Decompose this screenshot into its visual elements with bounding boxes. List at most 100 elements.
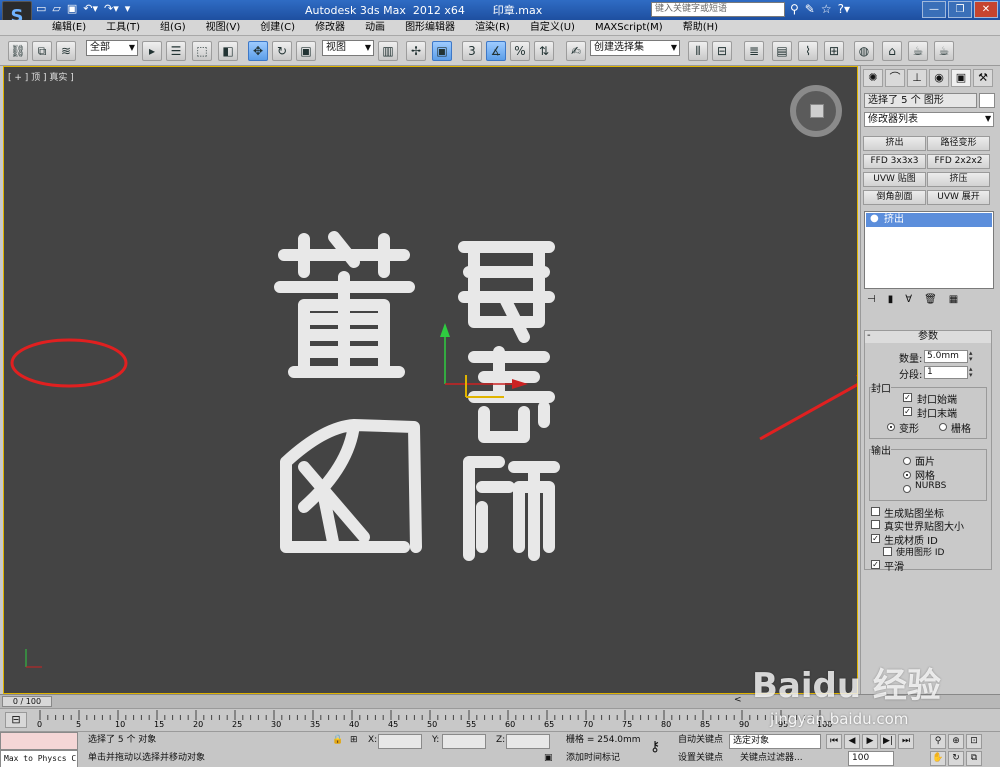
show-end-result-icon[interactable]: ▮	[888, 294, 894, 305]
curve-editor-icon[interactable]: ⌇	[798, 41, 818, 61]
segments-spinner-icon[interactable]: ▴ ▾	[969, 366, 977, 379]
use-shape-ids-checkbox[interactable]	[883, 547, 892, 556]
orbit-icon[interactable]: ↻	[948, 751, 964, 766]
auto-key-label[interactable]: 自动关键点	[678, 733, 723, 747]
menu-item[interactable]: 工具(T)	[96, 21, 150, 35]
new-file-icon[interactable]: ▭	[36, 2, 46, 18]
gen-mat-ids-checkbox[interactable]: ✓	[871, 534, 880, 543]
make-unique-icon[interactable]: ∀	[905, 294, 912, 305]
minimize-icon[interactable]: —	[922, 1, 946, 18]
cap-start-checkbox[interactable]: ✓	[903, 393, 912, 402]
zoom-extents-icon[interactable]: ⊡	[966, 734, 982, 749]
named-selection-dropdown[interactable]: 创建选择集	[590, 40, 680, 56]
window-crossing-icon[interactable]: ◧	[218, 41, 238, 61]
create-tab-icon[interactable]: ✺	[863, 69, 883, 87]
redo-icon[interactable]: ↷▾	[104, 2, 119, 18]
rollout-title[interactable]: 参数	[865, 331, 991, 343]
menu-item[interactable]: 动画	[355, 21, 395, 35]
lock-selection-icon[interactable]: 🔒	[332, 733, 343, 747]
select-rotate-icon[interactable]: ↻	[272, 41, 292, 61]
rect-selection-icon[interactable]: ⬚	[192, 41, 212, 61]
x-coord-field[interactable]	[378, 734, 422, 749]
select-scale-icon[interactable]: ▣	[296, 41, 316, 61]
unlink-icon[interactable]: ⧉	[32, 41, 52, 61]
pan-icon[interactable]: ✋	[930, 751, 946, 766]
current-frame-field[interactable]: 100	[848, 751, 894, 766]
mini-curve-editor-icon[interactable]: ⊟	[5, 712, 27, 728]
snaps-toggle-icon[interactable]: 3	[462, 41, 482, 61]
material-editor-icon[interactable]: ◍	[854, 41, 874, 61]
time-tag-icon[interactable]: ▣	[544, 751, 553, 765]
patch-radio[interactable]	[903, 457, 911, 465]
maxscript-listener-input[interactable]	[0, 732, 78, 750]
link-icon[interactable]: ⛓	[8, 41, 28, 61]
help-icon[interactable]: ?▾	[838, 2, 850, 16]
collapse-icon[interactable]: -	[867, 330, 871, 341]
modifier-button[interactable]: FFD 2x2x2	[927, 154, 990, 169]
menu-item[interactable]: 帮助(H)	[673, 21, 728, 35]
layer-manager-icon[interactable]: ≣	[744, 41, 764, 61]
menu-item[interactable]: 修改器	[305, 21, 355, 35]
gen-map-coords-checkbox[interactable]	[871, 507, 880, 516]
seal-artwork[interactable]	[274, 231, 560, 561]
spinner-snap-icon[interactable]: ⇅	[534, 41, 554, 61]
percent-snap-icon[interactable]: %	[510, 41, 530, 61]
mirror-icon[interactable]: ⫴	[688, 41, 708, 61]
undo-icon[interactable]: ↶▾	[83, 2, 98, 18]
real-world-map-checkbox[interactable]	[871, 520, 880, 529]
pivot-center-icon[interactable]: ▥	[378, 41, 398, 61]
save-icon[interactable]: ▣	[67, 2, 77, 18]
restore-icon[interactable]: ❐	[948, 1, 972, 18]
morph-radio[interactable]	[887, 423, 895, 431]
amount-spinner-icon[interactable]: ▴ ▾	[969, 350, 977, 363]
modifier-button[interactable]: FFD 3x3x3	[863, 154, 926, 169]
motion-tab-icon[interactable]: ◉	[929, 69, 949, 87]
hierarchy-tab-icon[interactable]: ⊥	[907, 69, 927, 87]
modifier-button[interactable]: UVW 贴图	[863, 172, 926, 187]
top-viewport[interactable]: [ + ] 顶 ] 真实 ]	[3, 66, 858, 694]
amount-input[interactable]: 5.0mm	[924, 350, 968, 363]
remove-modifier-icon[interactable]: 🗑	[924, 294, 937, 305]
selection-filter-dropdown[interactable]: 全部	[86, 40, 138, 56]
display-tab-icon[interactable]: ▣	[951, 69, 971, 87]
menu-item[interactable]: 渲染(R)	[465, 21, 520, 35]
menu-item[interactable]: 组(G)	[150, 21, 196, 35]
close-icon[interactable]: ✕	[974, 1, 998, 18]
render-production-icon[interactable]: ☕	[934, 41, 954, 61]
lightbulb-icon[interactable]: ●	[870, 213, 879, 224]
reference-coord-dropdown[interactable]: 视图	[322, 40, 374, 56]
select-move-icon[interactable]: ✥	[248, 41, 268, 61]
bind-spacewarp-icon[interactable]: ≋	[56, 41, 76, 61]
align-icon[interactable]: ⊟	[712, 41, 732, 61]
modify-tab-icon[interactable]: ⌒	[885, 69, 905, 87]
nurbs-radio[interactable]	[903, 485, 911, 493]
search-input[interactable]: 键入关键字或短语	[651, 2, 785, 17]
configure-sets-icon[interactable]: ▦	[949, 294, 958, 305]
modifier-button[interactable]: 挤出	[863, 136, 926, 151]
keyboard-shortcut-icon[interactable]: ▣	[432, 41, 452, 61]
select-by-name-icon[interactable]: ☰	[166, 41, 186, 61]
time-slider-thumb[interactable]: 0 / 100	[2, 696, 52, 707]
qat-dropdown-icon[interactable]: ▾	[125, 2, 131, 18]
set-key-label[interactable]: 设置关键点	[678, 751, 723, 765]
modifier-button[interactable]: 路径变形	[927, 136, 990, 151]
key-filters-button[interactable]: 关键点过滤器...	[740, 751, 803, 765]
pin-stack-icon[interactable]: ⊣	[867, 294, 876, 305]
star-icon[interactable]: ☆	[821, 2, 832, 16]
segments-input[interactable]: 1	[924, 366, 968, 379]
modifier-button[interactable]: 倒角剖面	[863, 190, 926, 205]
binoculars-icon[interactable]: ⚲	[790, 2, 799, 16]
menu-item[interactable]: 编辑(E)	[42, 21, 96, 35]
rendered-frame-icon[interactable]: ☕	[908, 41, 928, 61]
add-time-tag[interactable]: 添加时间标记	[566, 751, 620, 765]
schematic-view-icon[interactable]: ⊞	[824, 41, 844, 61]
modifier-list-dropdown[interactable]: 修改器列表	[864, 112, 994, 127]
maxscript-listener-output[interactable]: Max to Physcs C	[0, 750, 78, 767]
absolute-mode-icon[interactable]: ⊞	[350, 733, 358, 747]
mesh-radio[interactable]	[903, 471, 911, 479]
z-coord-field[interactable]	[506, 734, 550, 749]
menu-item[interactable]: 自定义(U)	[520, 21, 585, 35]
menu-item[interactable]: 创建(C)	[250, 21, 305, 35]
tools-icon[interactable]: ✎	[805, 2, 815, 16]
modifier-button[interactable]: 挤压	[927, 172, 990, 187]
